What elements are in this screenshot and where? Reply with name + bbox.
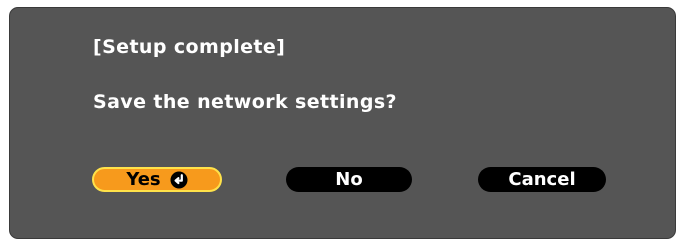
setup-dialog: [Setup complete] Save the network settin… bbox=[9, 7, 676, 239]
dialog-prompt: Save the network settings? bbox=[93, 91, 397, 113]
dialog-title: [Setup complete] bbox=[93, 36, 286, 58]
yes-button-label: Yes bbox=[126, 169, 161, 190]
yes-button[interactable]: Yes bbox=[92, 167, 222, 192]
cancel-button-label: Cancel bbox=[508, 169, 576, 190]
no-button-label: No bbox=[335, 169, 363, 190]
enter-icon bbox=[170, 171, 188, 189]
cancel-button[interactable]: Cancel bbox=[478, 167, 606, 192]
no-button[interactable]: No bbox=[286, 167, 412, 192]
